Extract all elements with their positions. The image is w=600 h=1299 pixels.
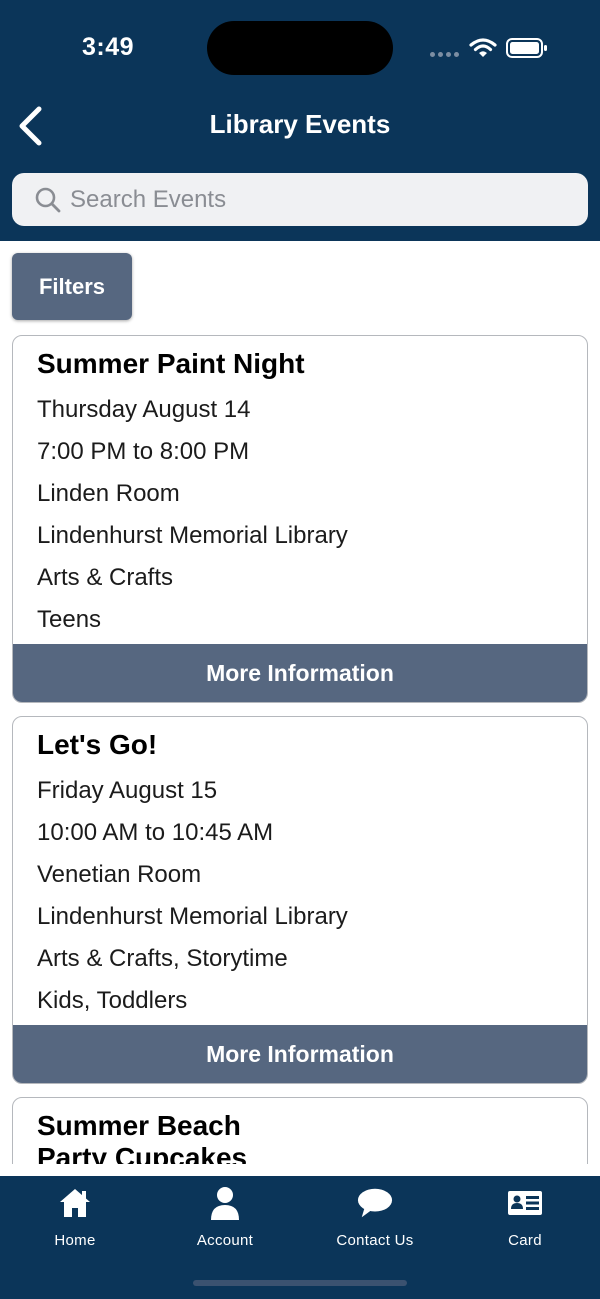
wifi-icon: [469, 38, 497, 57]
tab-account[interactable]: Account: [150, 1186, 300, 1256]
cellular-signal-icon: [430, 52, 460, 58]
tab-contact-us[interactable]: Contact Us: [300, 1186, 450, 1256]
more-information-button[interactable]: More Information: [13, 644, 587, 702]
filters-button[interactable]: Filters: [12, 253, 132, 320]
battery-icon: [506, 38, 547, 58]
event-card[interactable]: Summer Paint Night Thursday August 14 7:…: [12, 335, 588, 703]
tab-label: Contact Us: [336, 1232, 414, 1249]
event-time: 10:00 AM to 10:45 AM: [37, 819, 274, 846]
event-card[interactable]: Let's Go! Friday August 15 10:00 AM to 1…: [12, 716, 588, 1084]
event-location: Lindenhurst Memorial Library: [37, 522, 348, 549]
header: 3:49 Library Events: [0, 0, 600, 241]
events-list[interactable]: Filters Summer Paint Night Thursday Augu…: [0, 241, 600, 1164]
event-room: Venetian Room: [37, 861, 202, 888]
event-time: 7:00 PM to 8:00 PM: [37, 438, 250, 465]
status-time: 3:49: [82, 33, 135, 61]
account-icon: [207, 1186, 243, 1220]
event-title-line: Summer Beach: [37, 1110, 241, 1141]
event-location: Lindenhurst Memorial Library: [37, 903, 348, 930]
search-icon: [35, 187, 61, 213]
tab-label: Home: [54, 1232, 96, 1249]
app-screen: 3:49 Library Events Search Events Filter…: [0, 0, 600, 1299]
library-card-icon: [507, 1186, 543, 1220]
event-title: Let's Go!: [37, 729, 158, 760]
dynamic-island: [207, 21, 393, 75]
nav-bar: Library Events: [0, 95, 600, 157]
more-information-button[interactable]: More Information: [13, 1025, 587, 1083]
event-category: Arts & Crafts: [37, 564, 174, 591]
event-title-line: Party Cupcakes: [37, 1142, 248, 1164]
event-category: Arts & Crafts, Storytime: [37, 945, 288, 972]
event-room: Linden Room: [37, 480, 180, 507]
tab-bar: Home Account Contact Us Card: [0, 1176, 600, 1299]
tab-card[interactable]: Card: [450, 1186, 600, 1256]
status-bar: 3:49: [0, 0, 600, 95]
event-date: Thursday August 14: [37, 396, 251, 423]
search-input[interactable]: [70, 173, 570, 226]
event-title: Summer Paint Night: [37, 348, 305, 379]
home-indicator[interactable]: [193, 1280, 407, 1286]
page-title: Library Events: [209, 109, 391, 139]
event-date: Friday August 15: [37, 777, 218, 804]
tab-home[interactable]: Home: [0, 1186, 150, 1256]
chat-bubble-icon: [357, 1186, 393, 1220]
event-card[interactable]: Summer Beach Party Cupcakes: [12, 1097, 588, 1164]
tab-label: Account: [196, 1232, 254, 1249]
event-audience: Teens: [37, 606, 102, 633]
home-icon: [57, 1186, 93, 1220]
search-bar[interactable]: [12, 173, 588, 226]
tab-label: Card: [508, 1232, 542, 1249]
event-audience: Kids, Toddlers: [37, 987, 188, 1014]
